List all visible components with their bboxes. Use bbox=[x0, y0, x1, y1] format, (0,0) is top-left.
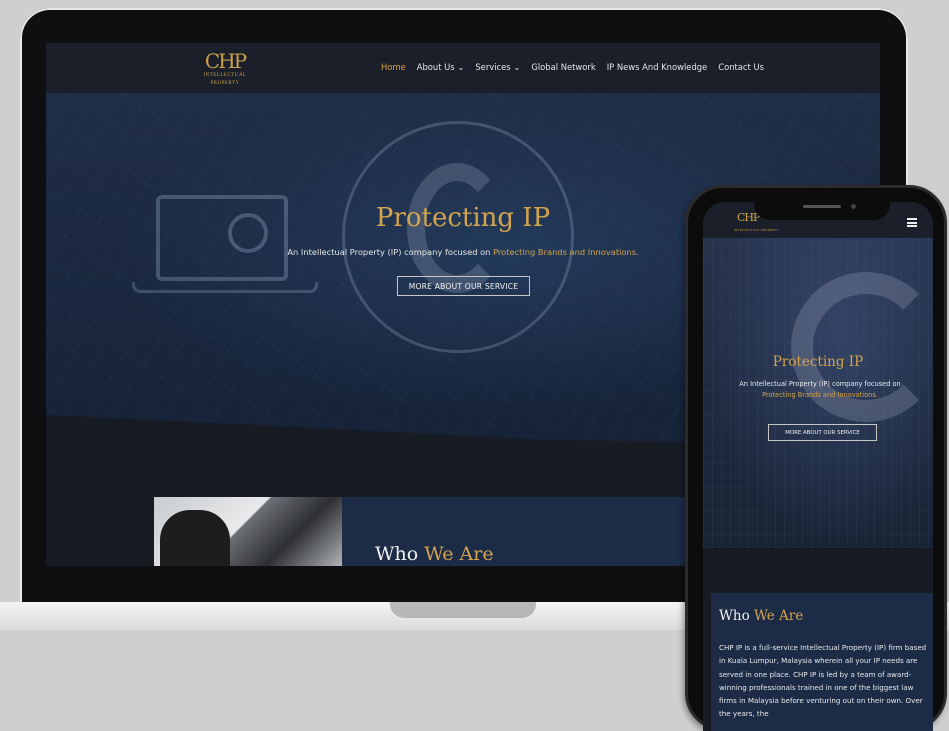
site-logo[interactable]: CHP INTELLECTUAL PROPERTY bbox=[189, 50, 261, 86]
phone-hero-title: Protecting IP bbox=[772, 354, 864, 370]
logo-mark: CHP bbox=[204, 49, 247, 73]
top-navigation: CHP INTELLECTUAL PROPERTY Home About Us … bbox=[46, 43, 880, 93]
who-word: Who bbox=[375, 543, 425, 565]
logo-subtitle: INTELLECTUAL PROPERTY bbox=[203, 73, 247, 86]
phone-who-word: Who bbox=[719, 608, 754, 624]
phone-tagline-highlight: Protecting Brands and Innovations. bbox=[762, 391, 878, 399]
laptop-notch bbox=[390, 602, 536, 618]
nav-global-network[interactable]: Global Network bbox=[531, 62, 595, 72]
phone-who-we-are-heading: Who We Are bbox=[719, 608, 803, 624]
nav-ip-news[interactable]: IP News And Knowledge bbox=[607, 62, 708, 72]
nav-contact-us[interactable]: Contact Us bbox=[718, 62, 764, 72]
phone-we-are-words: We Are bbox=[754, 608, 804, 624]
hamburger-menu-icon[interactable] bbox=[907, 218, 917, 227]
phone-tagline-text: An Intellectual Property (IP) company fo… bbox=[739, 380, 901, 388]
who-we-are-heading: Who We Are bbox=[375, 543, 494, 565]
phone-more-about-service-button[interactable]: MORE ABOUT OUR SERVICE bbox=[768, 424, 877, 441]
we-are-words: We Are bbox=[424, 543, 494, 565]
phone-who-we-are-body: CHP IP is a full-service Intellectual Pr… bbox=[719, 643, 927, 719]
nav-home[interactable]: Home bbox=[381, 62, 406, 72]
tagline-highlight: Protecting Brands and Innovations. bbox=[493, 247, 639, 257]
main-menu: Home About Us ⌄ Services ⌄ Global Networ… bbox=[381, 62, 764, 72]
nav-services[interactable]: Services ⌄ bbox=[475, 62, 520, 72]
tagline-text: An Intellectual Property (IP) company fo… bbox=[287, 247, 494, 257]
phone-notch bbox=[754, 196, 890, 220]
team-photo-person bbox=[160, 510, 230, 566]
phone-hero-tagline: An Intellectual Property (IP) company fo… bbox=[725, 379, 915, 401]
nav-about-us[interactable]: About Us ⌄ bbox=[417, 62, 465, 72]
phone-logo-subtitle: INTELLECTUAL PROPERTY bbox=[734, 228, 779, 232]
more-about-service-button[interactable]: MORE ABOUT OUR SERVICE bbox=[397, 276, 530, 296]
phone-camera bbox=[851, 204, 856, 209]
phone-screen: CHP INTELLECTUAL PROPERTY Protecting IP … bbox=[703, 202, 933, 731]
phone-speaker bbox=[803, 205, 841, 208]
